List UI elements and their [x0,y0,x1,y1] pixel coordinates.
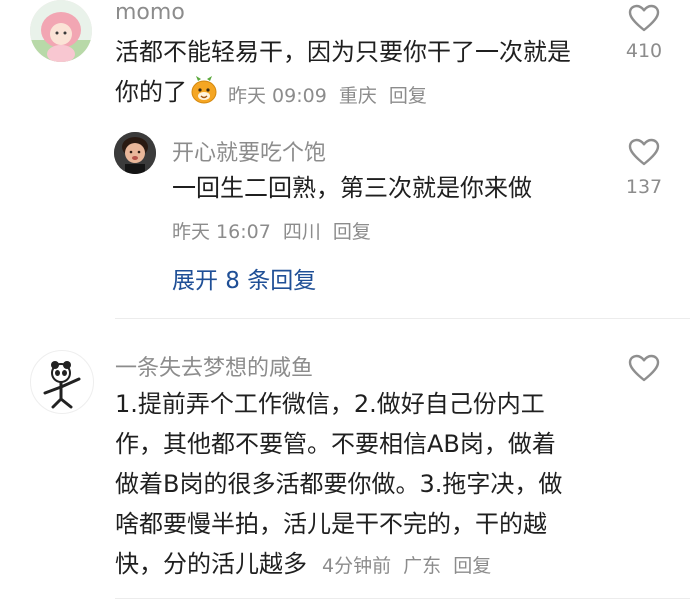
expand-replies-link[interactable]: 展开 8 条回复 [172,261,316,295]
heart-outline-icon [628,354,660,382]
reply-location: 四川 [282,221,321,243]
avatar[interactable] [30,350,94,414]
comment-text-line[interactable]: 活都不能轻易干，因为只要你干了一次就是 [115,32,571,72]
comment-text-line[interactable]: 1.提前弄个工作微信，2.做好自己份内工 [115,384,545,424]
avatar-illustration [114,132,156,174]
comment-divider [115,318,690,319]
reply-text[interactable]: 一回生二回熟，第三次就是你来做 [172,168,532,208]
reply-meta: 昨天 16:07 四川 回复 [172,217,371,244]
comment-time: 4分钟前 [322,555,392,577]
comment-meta: 昨天 09:09 重庆 回复 [228,81,427,108]
reply-time: 昨天 16:07 [172,221,271,243]
like-button[interactable] [628,4,660,32]
comment-location: 重庆 [338,85,377,107]
avatar[interactable] [114,132,156,174]
comment-text-line[interactable]: 啥都要慢半拍，活儿是干不完的，干的越 [115,504,547,544]
avatar-illustration [43,361,81,409]
reply-button[interactable]: 回复 [333,221,371,243]
comment-text-line[interactable]: 作，其他都不要管。不要相信AB岗，做着 [115,424,556,464]
comment-text-line[interactable]: 快，分的活儿越多 [115,544,307,584]
like-button[interactable] [628,138,660,166]
comment-meta: 4分钟前 广东 回复 [322,551,491,578]
comment-username[interactable]: 一条失去梦想的咸鱼 [115,350,313,382]
reply-button[interactable]: 回复 [389,85,427,107]
like-button[interactable] [628,354,660,382]
comment-divider [115,598,690,599]
heart-outline-icon [628,4,660,32]
avatar[interactable] [30,0,92,62]
heart-outline-icon [628,138,660,166]
cartoon-face-emoji-icon [190,75,218,105]
comment-text-line[interactable]: 你的了 [115,72,187,112]
comment-time: 昨天 09:09 [228,85,327,107]
comment-username[interactable]: momo [115,0,185,25]
comment-text-line[interactable]: 做着B岗的很多活都要你做。3.拖字决，做 [115,464,562,504]
comment-location: 广东 [403,555,442,577]
like-count: 137 [625,176,663,198]
like-count: 410 [625,40,663,62]
reply-button[interactable]: 回复 [453,555,491,577]
avatar-illustration [30,0,92,62]
reply-username[interactable]: 开心就要吃个饱 [172,135,326,167]
